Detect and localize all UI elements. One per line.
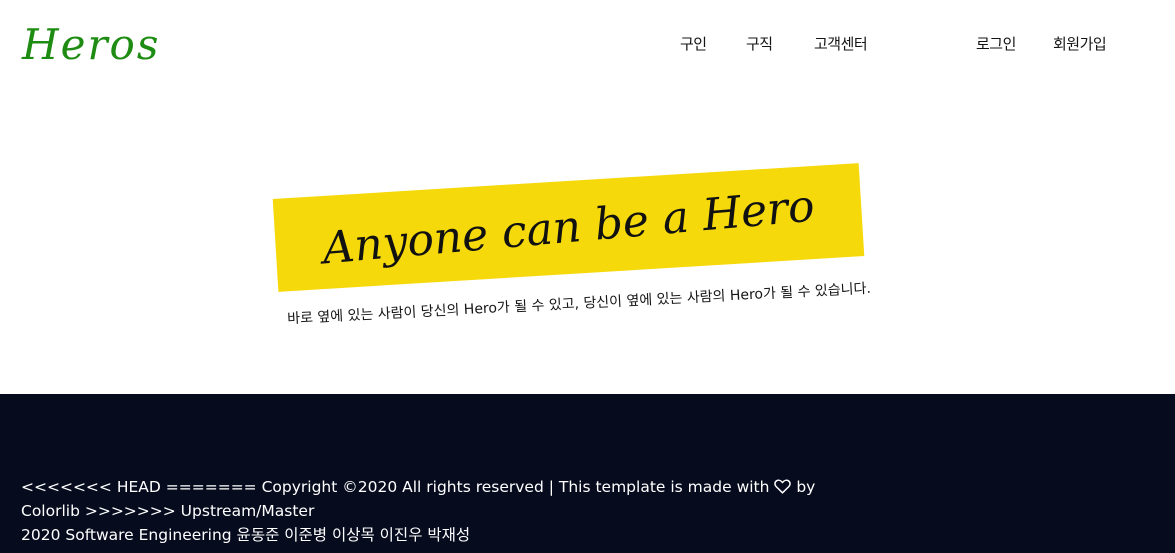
footer-copyright: <<<<<<< HEAD ======= Copyright ©2020 All… [21,475,815,547]
nav-item-job-offers[interactable]: 구인 [680,33,707,54]
site-footer: <<<<<<< HEAD ======= Copyright ©2020 All… [0,394,1175,553]
footer-line-1-text: <<<<<<< HEAD ======= Copyright ©2020 All… [21,478,775,496]
nav-item-signup[interactable]: 회원가입 [1053,33,1107,54]
hero-section: Anyone can be a Hero 바로 옆에 있는 사람이 당신의 He… [0,95,1175,394]
site-logo[interactable]: Heros [22,24,160,66]
footer-line-1-suffix: by [791,478,816,496]
nav-item-customer-center[interactable]: 고객센터 [814,33,868,54]
site-header: Heros 구인 구직 고객센터 로그인 회원가입 [0,0,1175,95]
hero-title: Anyone can be a Hero [320,180,817,275]
footer-line-3: 2020 Software Engineering 윤동준 이준병 이상목 이진… [21,526,471,544]
nav-item-job-search[interactable]: 구직 [746,33,773,54]
footer-line-1: <<<<<<< HEAD ======= Copyright ©2020 All… [21,475,815,499]
nav-item-login[interactable]: 로그인 [976,33,1016,54]
footer-line-2: Colorlib >>>>>>> Upstream/Master [21,502,315,520]
heart-icon [774,479,792,494]
